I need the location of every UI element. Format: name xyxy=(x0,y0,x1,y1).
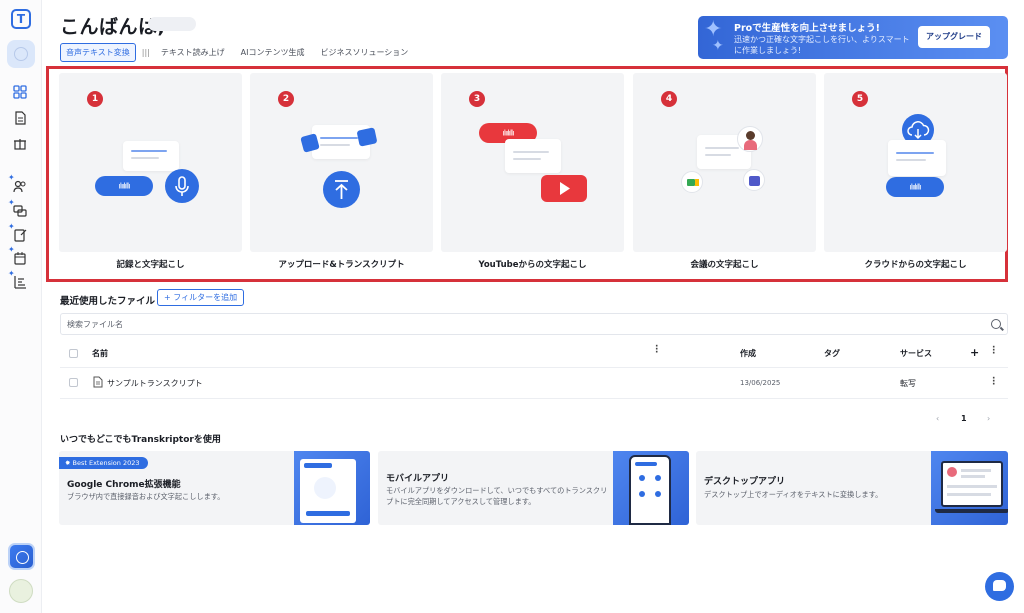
file-name[interactable]: サンプルトランスクリプト xyxy=(107,378,203,389)
home-nav-icon[interactable] xyxy=(7,40,35,68)
card-number: 5 xyxy=(852,91,868,107)
sparkle-small-icon: ✦ xyxy=(712,38,724,54)
column-resize-icon[interactable]: · · · xyxy=(655,343,658,358)
chrome-title: Google Chrome拡張機能 xyxy=(67,480,181,490)
chrome-preview-image xyxy=(294,451,370,525)
row-checkbox[interactable] xyxy=(69,378,78,387)
upgrade-banner: ✦ ✦ Proで生産性を向上させましょう! 迅速かつ正確な文字起こしを行い、より… xyxy=(698,16,1008,59)
app-logo[interactable]: T xyxy=(11,9,31,29)
page-number[interactable]: 1 xyxy=(961,414,967,423)
banner-subtitle: 迅速かつ正確な文字起こしを行い、よりスマートに作業しましょう! xyxy=(734,35,910,55)
user-avatar[interactable] xyxy=(9,579,33,603)
upgrade-button[interactable]: アップグレード xyxy=(918,26,990,48)
desktop-title: デスクトップアプリ xyxy=(704,477,786,487)
mobile-desc: モバイルアプリをダウンロードして、いつでもすべてのトランスクリプトに完全同期して… xyxy=(386,486,608,506)
desktop-app-card[interactable]: デスクトップアプリ デスクトップ上でオーディオをテキストに変換します。 xyxy=(696,451,1008,525)
desktop-desc: デスクトップ上でオーディオをテキストに変換します。 xyxy=(704,490,883,499)
card-number: 2 xyxy=(278,91,294,107)
tab-speech-to-text[interactable]: 音声テキスト変換 xyxy=(60,43,136,62)
desktop-preview-image xyxy=(931,451,1008,525)
column-created[interactable]: 作成 xyxy=(740,348,756,359)
banner-title: Proで生産性を向上させましょう! xyxy=(734,23,881,34)
file-created-date: 13/06/2025 xyxy=(740,379,781,387)
card-upload[interactable]: 2 xyxy=(250,73,433,252)
premium-icon[interactable] xyxy=(8,543,35,570)
column-tags[interactable]: タグ xyxy=(824,348,840,359)
chat-bubbles-icon[interactable] xyxy=(12,203,28,219)
card-number: 3 xyxy=(469,91,485,107)
gift-icon[interactable] xyxy=(12,135,28,151)
file-service: 転写 xyxy=(900,379,916,388)
card-youtube[interactable]: 3 ılıılıllı xyxy=(441,73,624,252)
document-icon[interactable] xyxy=(12,110,28,126)
search-input[interactable]: 検索ファイル名 xyxy=(60,313,1008,335)
chrome-desc: ブラウザ内で直接録音および文字起こしします。 xyxy=(67,492,225,501)
row-more-icon[interactable]: · · · xyxy=(992,375,995,390)
microphone-icon xyxy=(165,169,199,203)
select-all-checkbox[interactable] xyxy=(69,349,78,358)
card-label-record[interactable]: 記録と文字起こし xyxy=(59,258,242,270)
anywhere-title: いつでもどこでもTranskriptorを使用 xyxy=(60,435,221,445)
add-column-button[interactable]: + xyxy=(970,346,979,359)
dashboard-icon[interactable] xyxy=(12,84,28,100)
audio-wave-icon: ılıılıllı xyxy=(886,177,944,197)
category-tabs: 音声テキスト変換 ||| テキスト読み上げ AIコンテンツ生成 ビジネスソリュー… xyxy=(60,43,413,62)
tab-business[interactable]: ビジネスソリューション xyxy=(315,44,413,61)
card-cloud[interactable]: 5 ılıılıllı xyxy=(824,73,1007,252)
search-icon[interactable] xyxy=(991,319,1001,329)
card-number: 1 xyxy=(87,91,103,107)
column-service[interactable]: サービス xyxy=(900,348,932,359)
support-chat-button[interactable] xyxy=(985,572,1014,601)
upload-arrow-icon xyxy=(323,171,360,208)
youtube-play-icon xyxy=(541,175,587,202)
users-icon[interactable] xyxy=(12,178,28,194)
add-filter-button[interactable]: + フィルターを追加 xyxy=(157,289,245,306)
edit-note-icon[interactable] xyxy=(12,227,28,243)
audio-wave-icon: ılıılıllı xyxy=(95,176,153,196)
calendar-icon[interactable] xyxy=(12,250,28,266)
mobile-preview-image xyxy=(613,451,689,525)
tab-separator-icon: ||| xyxy=(141,48,150,57)
blurred-username xyxy=(148,17,196,31)
award-badge: ✸ Best Extension 2023 xyxy=(59,457,148,469)
recent-files-title: 最近使用したファイル xyxy=(60,296,156,307)
chrome-extension-card[interactable]: ✸ Best Extension 2023 Google Chrome拡張機能 … xyxy=(59,451,370,525)
person-avatar xyxy=(737,126,763,152)
card-record[interactable]: 1 ılıılıllı xyxy=(59,73,242,252)
tab-ai-content[interactable]: AIコンテンツ生成 xyxy=(236,44,310,61)
card-label-youtube[interactable]: YouTubeからの文字起こし xyxy=(441,258,624,270)
tab-text-to-speech[interactable]: テキスト読み上げ xyxy=(156,44,230,61)
next-page-button[interactable]: › xyxy=(987,414,990,423)
google-meet-icon xyxy=(681,171,703,193)
column-name[interactable]: 名前 xyxy=(92,348,108,359)
teams-icon xyxy=(743,169,765,191)
mobile-app-card[interactable]: モバイルアプリ モバイルアプリをダウンロードして、いつでもすべてのトランスクリプ… xyxy=(378,451,689,525)
chart-icon[interactable] xyxy=(12,274,28,290)
file-icon xyxy=(93,376,103,388)
more-options-icon[interactable]: · · · xyxy=(992,344,995,359)
card-meeting[interactable]: 4 xyxy=(633,73,816,252)
card-label-cloud[interactable]: クラウドからの文字起こし xyxy=(824,258,1007,270)
search-placeholder: 検索ファイル名 xyxy=(67,320,123,329)
card-label-upload[interactable]: アップロード&トランスクリプト xyxy=(250,258,433,270)
card-label-meeting[interactable]: 会議の文字起こし xyxy=(633,258,816,270)
sidebar: T ✦ ✦ ✦ ✦ ✦ xyxy=(0,0,42,613)
prev-page-button[interactable]: ‹ xyxy=(936,414,939,423)
mobile-title: モバイルアプリ xyxy=(386,474,450,484)
card-number: 4 xyxy=(661,91,677,107)
video-file-icon xyxy=(356,127,378,147)
